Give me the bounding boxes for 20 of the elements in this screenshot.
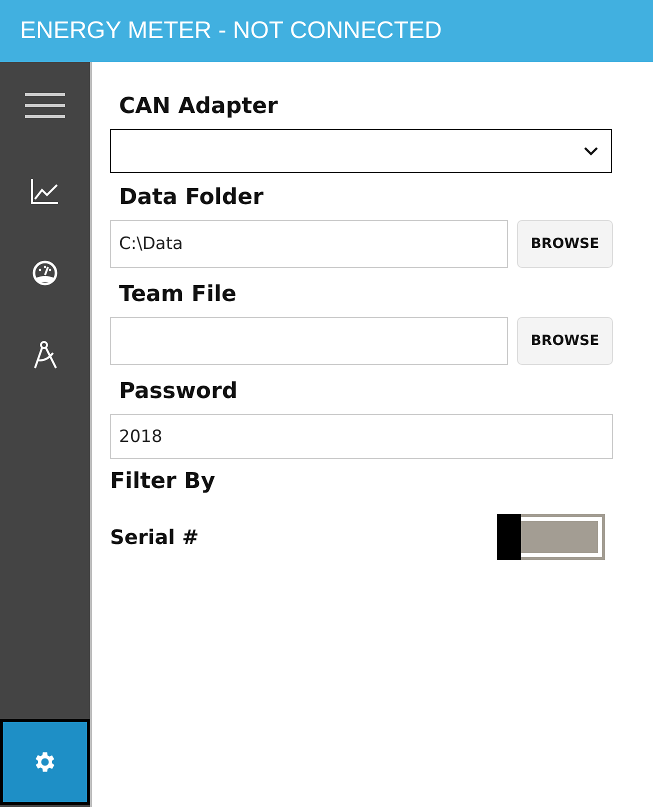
menu-icon [25, 91, 65, 121]
browse-button[interactable]: BROWSE [517, 317, 613, 365]
settings-button[interactable] [0, 719, 90, 805]
dropdown[interactable] [110, 129, 612, 173]
browse-button[interactable]: BROWSE [517, 220, 613, 268]
input-field[interactable] [110, 317, 508, 365]
toggle-label: Serial # [110, 525, 199, 549]
window-title: ENERGY METER - NOT CONNECTED [20, 17, 442, 45]
field-label: Password [119, 379, 238, 404]
field-label: CAN Adapter [119, 94, 278, 119]
toggle-switch[interactable] [497, 514, 605, 560]
section-heading: Filter By [110, 469, 216, 494]
input-field[interactable]: 2018 [110, 414, 613, 459]
line-chart-icon [30, 177, 60, 205]
gauge-icon [32, 260, 58, 286]
field-label: Team File [119, 282, 236, 307]
field-label: Data Folder [119, 185, 264, 210]
input-field[interactable]: C:\Data [110, 220, 508, 268]
chevron-down-icon [583, 146, 599, 156]
compass-icon [32, 340, 58, 370]
